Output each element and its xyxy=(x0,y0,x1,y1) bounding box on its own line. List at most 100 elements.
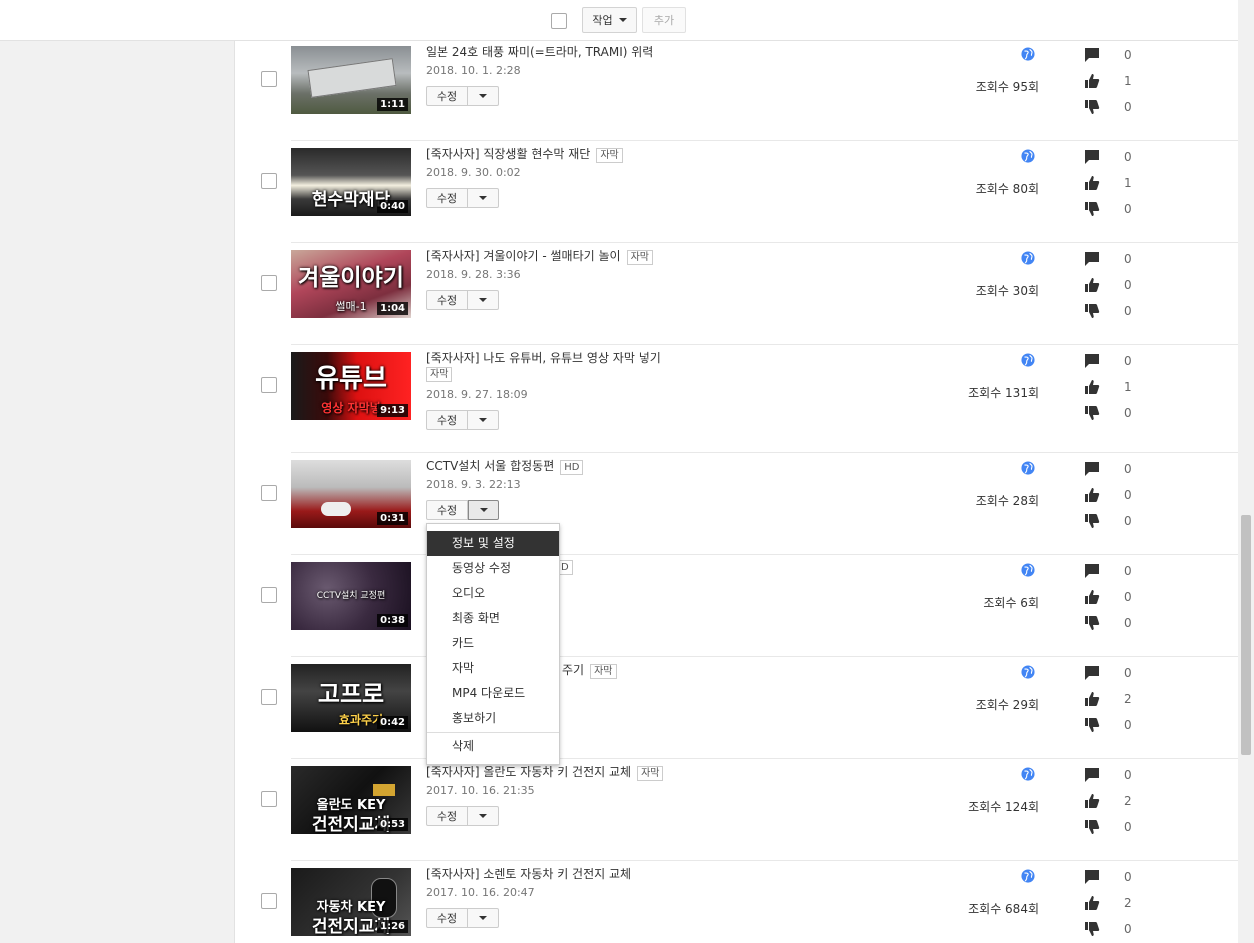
view-count: 조회수 131회 xyxy=(968,386,1039,400)
video-date: 2018. 9. 3. 22:13 xyxy=(426,478,521,491)
video-duration: 0:31 xyxy=(377,512,408,525)
video-title[interactable]: 주기 자막 xyxy=(562,661,617,679)
video-thumbnail[interactable]: 1:11 xyxy=(291,46,411,114)
video-checkbox[interactable] xyxy=(261,377,277,393)
edit-dropdown-button[interactable] xyxy=(468,806,499,826)
video-title[interactable]: [죽자사자] 나도 유튜버, 유튜브 영상 자막 넣기 xyxy=(426,349,661,366)
video-checkbox[interactable] xyxy=(261,275,277,291)
like-count: 2 xyxy=(1124,692,1132,706)
edit-button[interactable]: 수정 xyxy=(426,410,468,430)
video-date: 2018. 9. 27. 18:09 xyxy=(426,388,528,401)
video-date: 2018. 10. 1. 2:28 xyxy=(426,64,521,77)
select-all-checkbox[interactable] xyxy=(551,13,567,29)
video-checkbox[interactable] xyxy=(261,71,277,87)
menu-item-promote[interactable]: 홍보하기 xyxy=(427,706,559,731)
edit-button[interactable]: 수정 xyxy=(426,86,468,106)
edit-button-group: 수정 xyxy=(426,410,499,430)
video-row: CCTV설치 교정편 0:38 D 조회수 6회 0 0 0 xyxy=(235,555,1239,657)
edit-button[interactable]: 수정 xyxy=(426,500,468,520)
video-title[interactable]: [죽자사자] 소렌토 자동차 키 건전지 교체 xyxy=(426,865,631,882)
edit-button-group: 수정 xyxy=(426,500,499,520)
comment-count: 0 xyxy=(1124,150,1132,164)
comment-icon xyxy=(1085,666,1099,680)
video-title[interactable]: CCTV설치 서울 합정동편 HD xyxy=(426,457,584,475)
video-thumbnail[interactable]: CCTV설치 교정편 0:38 xyxy=(291,562,411,630)
edit-dropdown-button[interactable] xyxy=(468,188,499,208)
edit-button[interactable]: 수정 xyxy=(426,188,468,208)
scrollbar-track[interactable] xyxy=(1238,0,1254,943)
video-checkbox[interactable] xyxy=(261,689,277,705)
dislike-count: 0 xyxy=(1124,202,1132,216)
video-title[interactable]: [죽자사자] 겨울이야기 - 썰매타기 놀이 자막 xyxy=(426,247,653,265)
menu-item-audio[interactable]: 오디오 xyxy=(427,581,559,606)
edit-dropdown-button[interactable] xyxy=(468,908,499,928)
edit-dropdown-button[interactable] xyxy=(468,410,499,430)
public-globe-icon xyxy=(1021,869,1035,883)
edit-button[interactable]: 수정 xyxy=(426,806,468,826)
edit-dropdown-button[interactable] xyxy=(468,86,499,106)
menu-item-mp4-download[interactable]: MP4 다운로드 xyxy=(427,681,559,706)
toolbar: 작업 추가 xyxy=(0,0,1238,41)
video-checkbox[interactable] xyxy=(261,893,277,909)
scrollbar-thumb[interactable] xyxy=(1241,515,1251,755)
menu-item-info-settings[interactable]: 정보 및 설정 xyxy=(427,531,559,556)
video-thumbnail[interactable]: 자동차 KEY 건전지교체 1:26 xyxy=(291,868,411,936)
comment-icon xyxy=(1085,870,1099,884)
video-checkbox[interactable] xyxy=(261,587,277,603)
video-date: 2018. 9. 30. 0:02 xyxy=(426,166,521,179)
dislike-stat: 0 xyxy=(1084,717,1144,735)
like-stat: 2 xyxy=(1084,691,1144,709)
menu-item-delete[interactable]: 삭제 xyxy=(427,734,559,759)
edit-dropdown-button[interactable] xyxy=(468,290,499,310)
video-row: 현수막재단 0:40 [죽자사자] 직장생활 현수막 재단 자막 2018. 9.… xyxy=(235,141,1239,243)
video-title[interactable]: [죽자사자] 직장생활 현수막 재단 자막 xyxy=(426,145,623,163)
like-count: 2 xyxy=(1124,896,1132,910)
video-duration: 0:42 xyxy=(377,716,408,729)
subtitle-badge: 자막 xyxy=(626,250,653,265)
video-duration: 9:13 xyxy=(377,404,408,417)
edit-button[interactable]: 수정 xyxy=(426,290,468,310)
public-globe-icon xyxy=(1021,149,1035,163)
edit-dropdown-button[interactable] xyxy=(468,500,499,520)
video-title[interactable]: [죽자사자] 올란도 자동차 키 건전지 교체 자막 xyxy=(426,763,664,781)
video-thumbnail[interactable]: 유튜브 영상 자막넣 9:13 xyxy=(291,352,411,420)
menu-item-subtitles[interactable]: 자막 xyxy=(427,656,559,681)
chevron-down-icon xyxy=(618,18,627,22)
subtitle-badge: 자막 xyxy=(637,766,664,781)
action-dropdown-button[interactable]: 작업 xyxy=(582,7,637,33)
view-count: 조회수 80회 xyxy=(975,182,1039,196)
public-globe-icon xyxy=(1021,665,1035,679)
video-thumbnail[interactable]: 겨울이야기 썰매-1 1:04 xyxy=(291,250,411,318)
video-thumbnail[interactable]: 고프로 효과주기 0:42 xyxy=(291,664,411,732)
thumbs-down-icon xyxy=(1085,100,1100,114)
like-stat: 0 xyxy=(1084,487,1144,505)
menu-item-cards[interactable]: 카드 xyxy=(427,631,559,656)
menu-item-end-screen[interactable]: 최종 화면 xyxy=(427,606,559,631)
video-duration: 0:53 xyxy=(377,818,408,831)
video-row: 1:11 일본 24호 태풍 짜미(=트라마, TRAMI) 위력 2018. … xyxy=(235,41,1239,141)
video-checkbox[interactable] xyxy=(261,485,277,501)
video-thumbnail[interactable]: 현수막재단 0:40 xyxy=(291,148,411,216)
add-button[interactable]: 추가 xyxy=(642,7,686,33)
comment-count: 0 xyxy=(1124,564,1132,578)
view-count: 조회수 6회 xyxy=(983,596,1039,610)
video-checkbox[interactable] xyxy=(261,791,277,807)
video-title[interactable]: 일본 24호 태풍 짜미(=트라마, TRAMI) 위력 xyxy=(426,43,653,60)
thumbs-up-icon xyxy=(1085,380,1100,394)
video-thumbnail[interactable]: 올란도 KEY 건전지교체 0:53 xyxy=(291,766,411,834)
comment-count: 0 xyxy=(1124,870,1132,884)
video-title[interactable]: D xyxy=(558,559,573,575)
comment-count: 0 xyxy=(1124,252,1132,266)
video-checkbox[interactable] xyxy=(261,173,277,189)
menu-item-video-editor[interactable]: 동영상 수정 xyxy=(427,556,559,581)
like-count: 2 xyxy=(1124,794,1132,808)
chevron-down-icon xyxy=(479,298,487,302)
video-thumbnail[interactable]: 0:31 xyxy=(291,460,411,528)
edit-button[interactable]: 수정 xyxy=(426,908,468,928)
dislike-stat: 0 xyxy=(1084,99,1144,117)
public-globe-icon xyxy=(1021,767,1035,781)
edit-button-group: 수정 xyxy=(426,290,499,310)
public-globe-icon xyxy=(1021,251,1035,265)
like-count: 1 xyxy=(1124,176,1132,190)
dislike-stat: 0 xyxy=(1084,615,1144,633)
